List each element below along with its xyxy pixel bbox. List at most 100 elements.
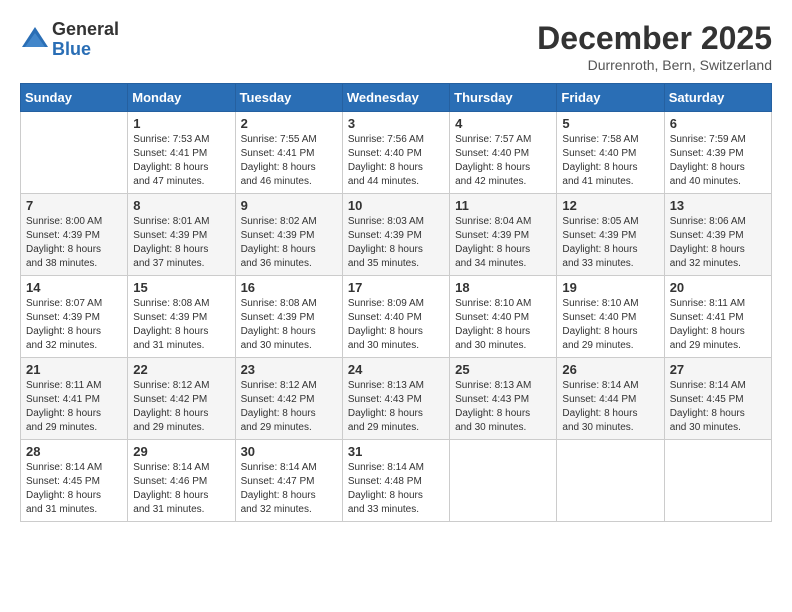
- calendar-cell: 31Sunrise: 8:14 AM Sunset: 4:48 PM Dayli…: [342, 440, 449, 522]
- calendar-cell: 7Sunrise: 8:00 AM Sunset: 4:39 PM Daylig…: [21, 194, 128, 276]
- day-info: Sunrise: 8:14 AM Sunset: 4:46 PM Dayligh…: [133, 461, 229, 517]
- day-info: Sunrise: 8:07 AM Sunset: 4:39 PM Dayligh…: [26, 297, 122, 353]
- calendar-week-row: 14 Sunrise: 8:07 AM Sunset: 4:39 PM Dayli…: [21, 276, 772, 358]
- day-number: 22: [133, 362, 229, 377]
- calendar-cell: 4 Sunrise: 7:57 AM Sunset: 4:40 PM Daylig…: [450, 112, 557, 194]
- calendar-cell: 9 Sunrise: 8:02 AM Sunset: 4:39 PM Daylig…: [235, 194, 342, 276]
- day-number: 23: [241, 362, 337, 377]
- day-info: Sunrise: 8:00 AM Sunset: 4:39 PM Dayligh…: [26, 215, 122, 271]
- day-info: Sunrise: 8:11 AM Sunset: 4:41 PM Dayligh…: [26, 379, 122, 435]
- day-number: 1: [133, 116, 229, 131]
- day-info: Sunrise: 7:55 AM Sunset: 4:41 PM Dayligh…: [241, 133, 337, 189]
- day-info: Sunrise: 8:04 AM Sunset: 4:39 PM Dayligh…: [455, 215, 551, 271]
- day-number: 19: [562, 280, 658, 295]
- logo-icon: [20, 25, 50, 55]
- day-number: 6: [670, 116, 766, 131]
- calendar-cell: 22 Sunrise: 8:12 AM Sunset: 4:42 PM Dayli…: [128, 358, 235, 440]
- title-block: December 2025 Durrenroth, Bern, Switzerl…: [537, 20, 772, 73]
- calendar-cell: 21 Sunrise: 8:11 AM Sunset: 4:41 PM Dayli…: [21, 358, 128, 440]
- logo: General Blue: [20, 20, 119, 60]
- calendar-cell: 26Sunrise: 8:14 AM Sunset: 4:44 PM Dayli…: [557, 358, 664, 440]
- day-info: Sunrise: 8:10 AM Sunset: 4:40 PM Dayligh…: [562, 297, 658, 353]
- column-header-wednesday: Wednesday: [342, 84, 449, 112]
- day-info: Sunrise: 7:58 AM Sunset: 4:40 PM Dayligh…: [562, 133, 658, 189]
- column-header-monday: Monday: [128, 84, 235, 112]
- calendar-week-row: 7Sunrise: 8:00 AM Sunset: 4:39 PM Daylig…: [21, 194, 772, 276]
- day-info: Sunrise: 8:13 AM Sunset: 4:43 PM Dayligh…: [455, 379, 551, 435]
- logo-blue-text: Blue: [52, 40, 119, 60]
- calendar-cell: 14 Sunrise: 8:07 AM Sunset: 4:39 PM Dayli…: [21, 276, 128, 358]
- day-info: Sunrise: 8:12 AM Sunset: 4:42 PM Dayligh…: [133, 379, 229, 435]
- day-info: Sunrise: 8:14 AM Sunset: 4:48 PM Dayligh…: [348, 461, 444, 517]
- day-info: Sunrise: 7:59 AM Sunset: 4:39 PM Dayligh…: [670, 133, 766, 189]
- day-number: 27: [670, 362, 766, 377]
- day-number: 29: [133, 444, 229, 459]
- calendar-cell: 28 Sunrise: 8:14 AM Sunset: 4:45 PM Dayli…: [21, 440, 128, 522]
- day-number: 10: [348, 198, 444, 213]
- day-info: Sunrise: 8:01 AM Sunset: 4:39 PM Dayligh…: [133, 215, 229, 271]
- calendar-cell: 23 Sunrise: 8:12 AM Sunset: 4:42 PM Dayli…: [235, 358, 342, 440]
- calendar-header-row: SundayMondayTuesdayWednesdayThursdayFrid…: [21, 84, 772, 112]
- day-number: 9: [241, 198, 337, 213]
- day-info: Sunrise: 8:10 AM Sunset: 4:40 PM Dayligh…: [455, 297, 551, 353]
- day-info: Sunrise: 8:14 AM Sunset: 4:45 PM Dayligh…: [670, 379, 766, 435]
- column-header-friday: Friday: [557, 84, 664, 112]
- calendar-cell: 8 Sunrise: 8:01 AM Sunset: 4:39 PM Daylig…: [128, 194, 235, 276]
- day-number: 26: [562, 362, 658, 377]
- day-number: 2: [241, 116, 337, 131]
- calendar-cell: [21, 112, 128, 194]
- calendar-cell: 13Sunrise: 8:06 AM Sunset: 4:39 PM Dayli…: [664, 194, 771, 276]
- day-info: Sunrise: 7:53 AM Sunset: 4:41 PM Dayligh…: [133, 133, 229, 189]
- calendar-cell: 16 Sunrise: 8:08 AM Sunset: 4:39 PM Dayli…: [235, 276, 342, 358]
- day-number: 5: [562, 116, 658, 131]
- day-number: 15: [133, 280, 229, 295]
- logo-general-text: General: [52, 20, 119, 40]
- day-info: Sunrise: 8:11 AM Sunset: 4:41 PM Dayligh…: [670, 297, 766, 353]
- calendar-cell: 15 Sunrise: 8:08 AM Sunset: 4:39 PM Dayli…: [128, 276, 235, 358]
- calendar-cell: 27 Sunrise: 8:14 AM Sunset: 4:45 PM Dayli…: [664, 358, 771, 440]
- calendar-cell: 24 Sunrise: 8:13 AM Sunset: 4:43 PM Dayli…: [342, 358, 449, 440]
- day-info: Sunrise: 8:02 AM Sunset: 4:39 PM Dayligh…: [241, 215, 337, 271]
- day-number: 3: [348, 116, 444, 131]
- calendar-cell: 5 Sunrise: 7:58 AM Sunset: 4:40 PM Daylig…: [557, 112, 664, 194]
- calendar-cell: 18 Sunrise: 8:10 AM Sunset: 4:40 PM Dayli…: [450, 276, 557, 358]
- day-number: 12: [562, 198, 658, 213]
- calendar-cell: 12 Sunrise: 8:05 AM Sunset: 4:39 PM Dayli…: [557, 194, 664, 276]
- column-header-tuesday: Tuesday: [235, 84, 342, 112]
- column-header-sunday: Sunday: [21, 84, 128, 112]
- day-info: Sunrise: 8:14 AM Sunset: 4:45 PM Dayligh…: [26, 461, 122, 517]
- calendar-cell: 17Sunrise: 8:09 AM Sunset: 4:40 PM Dayli…: [342, 276, 449, 358]
- day-number: 24: [348, 362, 444, 377]
- calendar-cell: 20Sunrise: 8:11 AM Sunset: 4:41 PM Dayli…: [664, 276, 771, 358]
- day-number: 30: [241, 444, 337, 459]
- day-number: 8: [133, 198, 229, 213]
- day-number: 14: [26, 280, 122, 295]
- day-number: 18: [455, 280, 551, 295]
- day-info: Sunrise: 8:08 AM Sunset: 4:39 PM Dayligh…: [241, 297, 337, 353]
- calendar-week-row: 1 Sunrise: 7:53 AM Sunset: 4:41 PM Daylig…: [21, 112, 772, 194]
- day-number: 28: [26, 444, 122, 459]
- day-number: 16: [241, 280, 337, 295]
- day-info: Sunrise: 8:09 AM Sunset: 4:40 PM Dayligh…: [348, 297, 444, 353]
- day-info: Sunrise: 8:06 AM Sunset: 4:39 PM Dayligh…: [670, 215, 766, 271]
- day-info: Sunrise: 8:05 AM Sunset: 4:39 PM Dayligh…: [562, 215, 658, 271]
- column-header-thursday: Thursday: [450, 84, 557, 112]
- calendar-week-row: 21 Sunrise: 8:11 AM Sunset: 4:41 PM Dayli…: [21, 358, 772, 440]
- calendar-cell: [450, 440, 557, 522]
- day-number: 4: [455, 116, 551, 131]
- day-number: 11: [455, 198, 551, 213]
- calendar-cell: 29 Sunrise: 8:14 AM Sunset: 4:46 PM Dayli…: [128, 440, 235, 522]
- calendar-cell: 19 Sunrise: 8:10 AM Sunset: 4:40 PM Dayli…: [557, 276, 664, 358]
- day-number: 21: [26, 362, 122, 377]
- day-info: Sunrise: 8:13 AM Sunset: 4:43 PM Dayligh…: [348, 379, 444, 435]
- day-info: Sunrise: 7:57 AM Sunset: 4:40 PM Dayligh…: [455, 133, 551, 189]
- day-info: Sunrise: 8:12 AM Sunset: 4:42 PM Dayligh…: [241, 379, 337, 435]
- calendar-cell: [557, 440, 664, 522]
- calendar-cell: 6 Sunrise: 7:59 AM Sunset: 4:39 PM Daylig…: [664, 112, 771, 194]
- day-info: Sunrise: 8:08 AM Sunset: 4:39 PM Dayligh…: [133, 297, 229, 353]
- calendar-cell: [664, 440, 771, 522]
- calendar-cell: 10Sunrise: 8:03 AM Sunset: 4:39 PM Dayli…: [342, 194, 449, 276]
- calendar-cell: 11 Sunrise: 8:04 AM Sunset: 4:39 PM Dayli…: [450, 194, 557, 276]
- day-number: 25: [455, 362, 551, 377]
- location-subtitle: Durrenroth, Bern, Switzerland: [537, 57, 772, 73]
